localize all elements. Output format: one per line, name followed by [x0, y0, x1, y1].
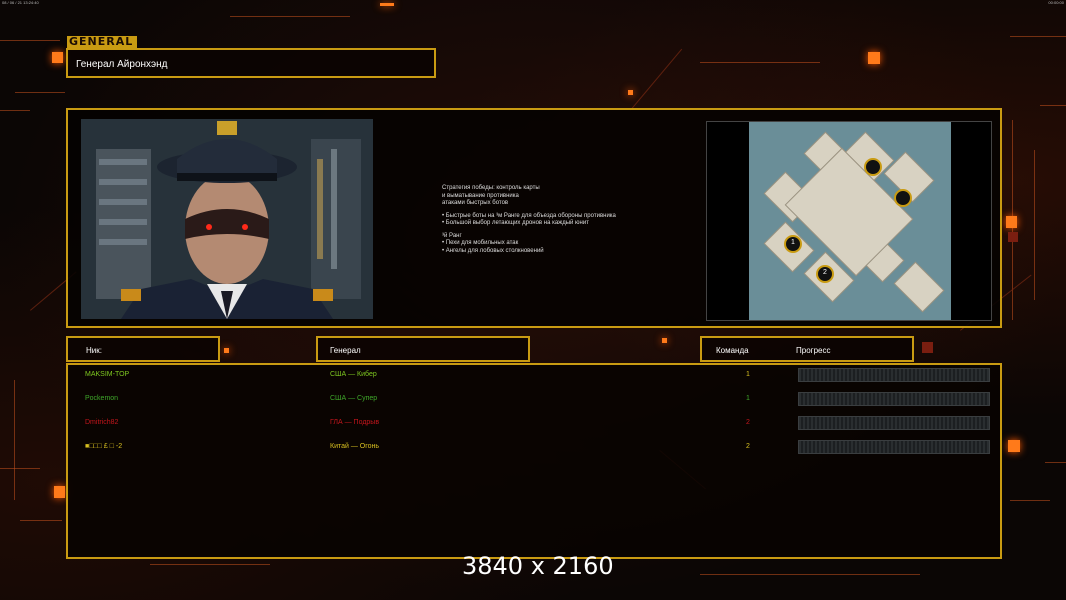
deco-square [868, 52, 880, 64]
player-team: 1 [746, 395, 750, 402]
strategy-bullet: • Ангелы для лобовых столкновений [442, 247, 544, 254]
system-clock: 08 / 06 / 21 13:24:40 [2, 0, 39, 5]
loading-progress-bar [798, 416, 990, 430]
resolution-watermark: 3840 x 2160 [462, 552, 614, 580]
general-header-box: Генерал [316, 336, 530, 362]
general-info-panel: Стратегия победы: контроль карты и вымат… [66, 108, 1002, 328]
player-row: ■□□□ £ □ -2 Китай — Огонь 2 [68, 438, 1000, 460]
player-general: США — Супер [330, 395, 378, 402]
strategy-description: Стратегия победы: контроль карты и вымат… [442, 185, 682, 255]
player-list: MAKSIM-TOP США — Кибер 1 Pockemon США — … [66, 363, 1002, 559]
loading-progress-bar [798, 440, 990, 454]
player-row: Pockemon США — Супер 1 [68, 390, 1000, 412]
player-general: ГЛА — Подрыв [330, 419, 380, 426]
player-general: США — Кибер [330, 371, 377, 378]
map-preview: 1 2 [706, 121, 992, 321]
general-portrait [81, 119, 373, 319]
deco-line [230, 16, 350, 17]
deco-line [15, 92, 65, 93]
deco-square [628, 90, 633, 95]
progress-header: Прогресс [796, 346, 831, 355]
deco-line [1040, 105, 1066, 106]
deco-line [14, 380, 15, 500]
player-row: MAKSIM-TOP США — Кибер 1 [68, 366, 1000, 388]
player-team: 2 [746, 443, 750, 450]
deco-square [1006, 216, 1017, 228]
nick-header-box: Ник: [66, 336, 220, 362]
general-header: Генерал [330, 346, 361, 355]
deco-square [52, 52, 63, 63]
strategy-rank-label: ³й Ранг [442, 232, 462, 239]
map-image: 1 2 [749, 122, 951, 320]
map-start-marker: 1 [791, 239, 795, 246]
strategy-line: и выматывание противника [442, 192, 519, 199]
map-illustration [749, 122, 951, 320]
deco-square [922, 342, 933, 353]
deco-line [1010, 36, 1066, 37]
general-logo: GENERAL [67, 36, 137, 48]
deco-line [1045, 462, 1066, 463]
deco-line [0, 110, 30, 111]
player-nick: Pockemon [85, 395, 119, 402]
general-name: Генерал Айронхэнд [76, 59, 168, 70]
player-nick: Dmitrich82 [85, 419, 119, 426]
deco-line [1010, 500, 1050, 501]
system-timer: 00:00:00 [1048, 0, 1064, 5]
loading-progress-bar [798, 392, 990, 406]
player-team: 2 [746, 419, 750, 426]
player-general: Китай — Огонь [330, 443, 380, 450]
strategy-bullet: • Большой выбор летающих дронов на кажды… [442, 220, 589, 226]
map-start-marker: 2 [823, 269, 827, 276]
player-nick: MAKSIM-TOP [85, 371, 130, 378]
portrait-illustration [81, 119, 373, 319]
deco-line [0, 40, 60, 41]
deco-square [662, 338, 667, 343]
deco-line [150, 564, 270, 565]
deco-line [1034, 150, 1035, 300]
deco-square [1008, 232, 1018, 242]
deco-square [224, 348, 229, 353]
deco-line [700, 62, 820, 63]
team-progress-header-box: Команда Прогресс [700, 336, 914, 362]
deco-line [700, 574, 920, 575]
deco-square [380, 3, 394, 6]
strategy-line: Стратегия победы: контроль карты [442, 185, 540, 191]
strategy-line: атаками быстрых ботов [442, 200, 509, 206]
deco-line [0, 468, 40, 469]
loading-progress-bar [798, 368, 990, 382]
player-nick: ■□□□ £ □ -2 [85, 443, 123, 450]
deco-square [1008, 440, 1020, 452]
nick-header: Ник: [86, 346, 102, 355]
general-name-box: Генерал Айронхэнд [66, 48, 436, 78]
strategy-bullet: • Быстрые боты на ³м Ранге для объезда о… [442, 212, 616, 219]
player-team: 1 [746, 371, 750, 378]
deco-square [54, 486, 65, 498]
deco-line [20, 520, 62, 521]
team-header: Команда [716, 346, 749, 355]
strategy-bullet: • Пехи для мобильных атак [442, 240, 519, 246]
player-row: Dmitrich82 ГЛА — Подрыв 2 [68, 414, 1000, 436]
